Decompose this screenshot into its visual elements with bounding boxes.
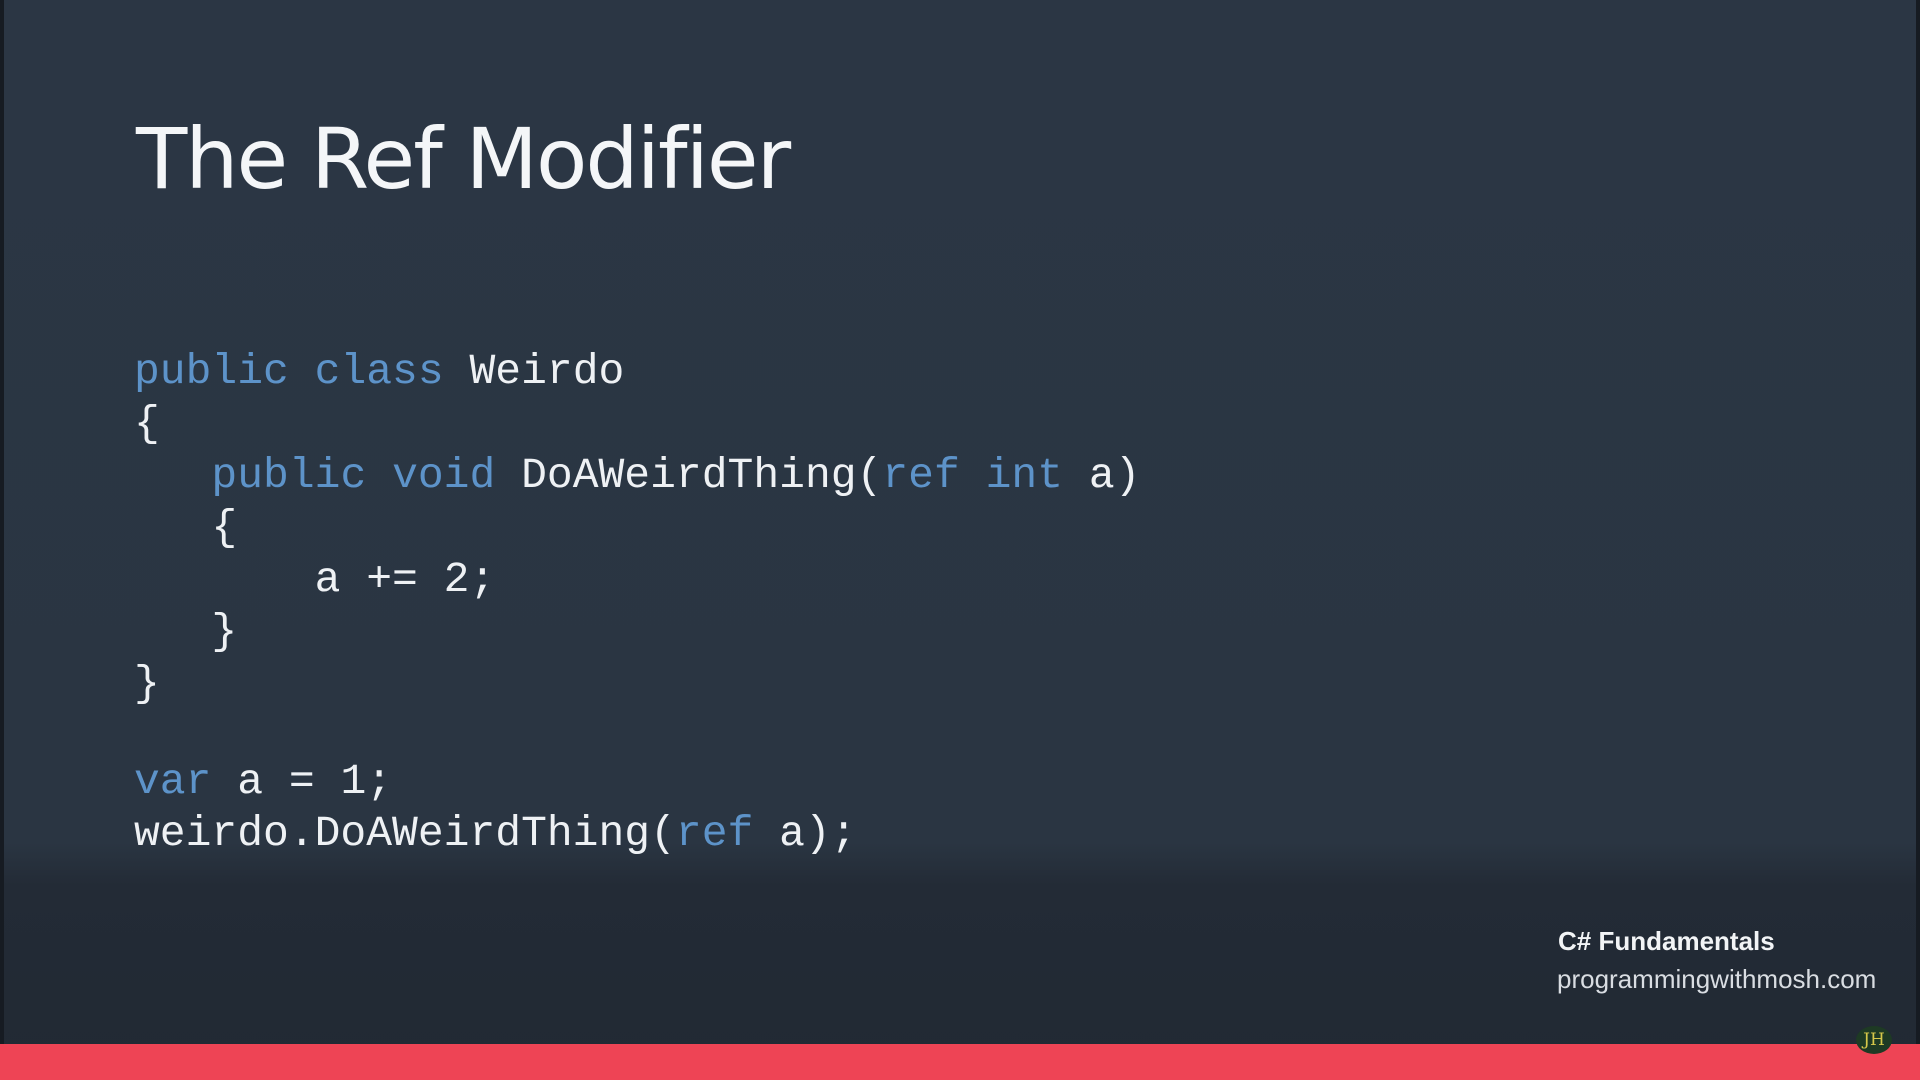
- keyword: class: [314, 347, 444, 396]
- bottom-accent-bar: [0, 1044, 1920, 1080]
- slide-title: The Ref Modifier: [136, 110, 791, 208]
- code-line-7: }: [134, 659, 160, 708]
- keyword: ref: [882, 451, 960, 500]
- code-line-3: public void DoAWeirdThing(ref int a): [134, 450, 1140, 502]
- keyword: public: [134, 347, 289, 396]
- keyword: int: [985, 451, 1064, 500]
- code-line-6: }: [134, 607, 238, 656]
- keyword: var: [134, 757, 212, 806]
- code-line-5: a += 2;: [134, 555, 496, 604]
- method-signature: DoAWeirdThing(: [521, 451, 883, 500]
- right-border: [1916, 0, 1920, 1044]
- keyword: ref: [675, 809, 754, 858]
- class-name: Weirdo: [469, 347, 625, 396]
- parameter: a): [1088, 451, 1141, 500]
- slide: The Ref Modifier public class Weirdo{ pu…: [0, 0, 1920, 1080]
- course-name: C# Fundamentals: [1558, 926, 1775, 956]
- code-line-9: weirdo.DoAWeirdThing(ref a);: [134, 808, 1140, 860]
- code-line-8: var a = 1;: [134, 756, 1140, 808]
- code-line-4: {: [134, 503, 238, 552]
- keyword: void: [392, 451, 496, 500]
- site-url: programmingwithmosh.com: [1557, 964, 1877, 994]
- keyword: public: [211, 451, 367, 500]
- channel-watermark: JH: [1856, 1026, 1892, 1054]
- statement: a = 1;: [237, 757, 393, 806]
- code-block: public class Weirdo{ public void DoAWeir…: [134, 346, 1140, 860]
- left-border: [0, 0, 4, 1044]
- method-call: weirdo.DoAWeirdThing(: [134, 809, 676, 858]
- code-line-2: {: [134, 399, 160, 448]
- code-line-1: public class Weirdo: [134, 346, 1140, 398]
- argument: a);: [779, 809, 857, 858]
